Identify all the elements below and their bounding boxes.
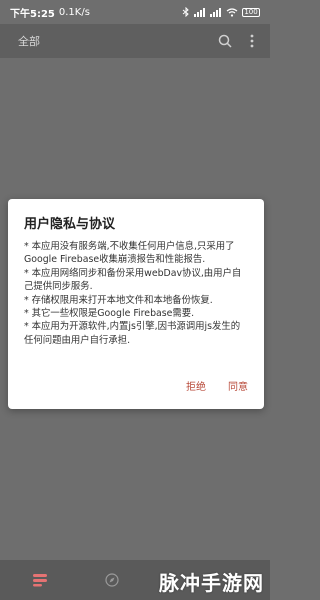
dialog-line: * 其它一些权限是Google Firebase需要. xyxy=(24,308,195,320)
signal-icon xyxy=(194,8,205,17)
more-vert-icon[interactable] xyxy=(250,34,254,48)
dialog-line: * 本应用为开源软件,内置js引擎,因书源调用js发生的任何问题由用户自行承担. xyxy=(24,321,241,346)
dialog-line: * 本应用没有服务端,不收集任何用户信息,只采用了Google Firebase… xyxy=(24,241,235,266)
bookshelf-icon xyxy=(33,574,47,587)
explore-icon xyxy=(105,573,119,587)
dialog-body: * 本应用没有服务端,不收集任何用户信息,只采用了Google Firebase… xyxy=(24,240,248,347)
dialog-title: 用户隐私与协议 xyxy=(24,217,116,232)
privacy-dialog: 用户隐私与协议 * 本应用没有服务端,不收集任何用户信息,只采用了Google … xyxy=(8,199,264,409)
status-net-speed: 0.1K/s xyxy=(58,6,90,18)
bluetooth-icon xyxy=(182,7,189,17)
dialog-actions: 拒绝 同意 xyxy=(186,378,248,393)
signal-icon-2 xyxy=(210,8,221,17)
toolbar-title[interactable]: 全部 xyxy=(18,33,40,49)
status-time: 下午5:25 xyxy=(10,8,55,20)
status-icons: 100 xyxy=(182,7,260,17)
toolbar-actions xyxy=(218,34,254,48)
watermark: 脉冲手游网 xyxy=(159,571,264,595)
battery-icon: 100 xyxy=(242,7,260,17)
wifi-icon xyxy=(226,8,238,17)
search-icon[interactable] xyxy=(218,34,232,48)
nav-explore[interactable] xyxy=(100,568,124,592)
reject-button[interactable]: 拒绝 xyxy=(186,378,206,393)
app-toolbar: 全部 xyxy=(0,24,270,58)
dialog-line: * 存储权限用来打开本地文件和本地备份恢复. xyxy=(24,294,213,306)
nav-bookshelf[interactable] xyxy=(28,568,52,592)
agree-button[interactable]: 同意 xyxy=(228,378,248,393)
dialog-line: * 本应用网络同步和备份采用webDav协议,由用户自己提供同步服务. xyxy=(24,267,242,293)
status-bar: 下午5:25 0.1K/s 100 xyxy=(0,0,270,24)
